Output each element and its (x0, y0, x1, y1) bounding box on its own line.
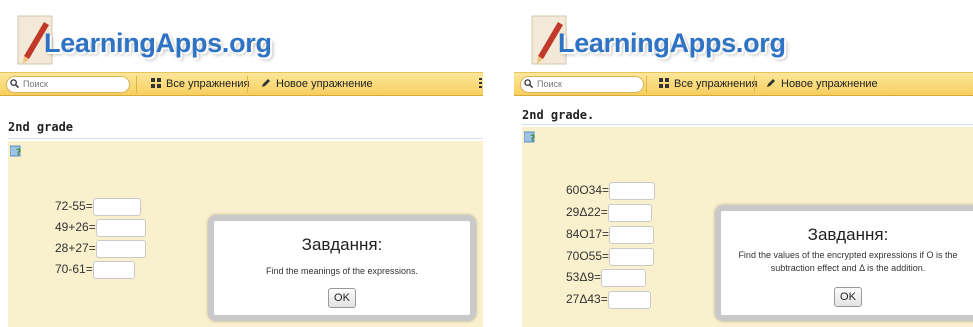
help-icon[interactable]: ? (524, 131, 536, 143)
expression-label: 70-61= (55, 262, 93, 276)
new-exercise-link[interactable]: Новое упражнение (766, 78, 878, 90)
expression-row: 49+26= (55, 218, 146, 237)
expression-row: 53Δ9= (566, 268, 647, 287)
answer-input[interactable] (609, 247, 655, 266)
task-area: ? 72-55= 49+26= 28+27= 70-61= Завдання: … (8, 141, 483, 327)
search-placeholder: Поиск (23, 79, 48, 89)
answer-input[interactable] (92, 197, 141, 216)
expression-label: 49+26= (55, 220, 96, 234)
logo-text[interactable]: LearningApps.org (558, 28, 786, 59)
expression-label: 28+27= (55, 241, 96, 255)
all-exercises-label: Все упражнения (674, 78, 758, 90)
dialog-text: Find the values of the encrypted express… (738, 250, 958, 273)
expression-label: 27Δ43= (566, 292, 608, 306)
task-dialog: Завдання: Find the values of the encrypt… (715, 205, 973, 321)
expression-label: 60O34= (566, 183, 610, 197)
dialog-title: Завдання: (301, 235, 383, 254)
expression-label: 29Δ22= (566, 205, 608, 219)
dialog-title: Завдання: (807, 225, 889, 244)
page-title: 2nd grade. (522, 108, 595, 122)
ok-button[interactable]: OK (328, 288, 356, 308)
expression-row: 27Δ43= (566, 290, 651, 309)
task-dialog: Завдання: Find the meanings of the expre… (208, 215, 476, 321)
nav-divider (136, 76, 137, 93)
answer-input[interactable] (92, 260, 135, 279)
grid-icon (151, 78, 161, 88)
expression-row: 29Δ22= (566, 203, 652, 222)
nav-divider (754, 76, 755, 93)
expression-label: 53Δ9= (566, 270, 602, 284)
help-icon[interactable]: ? (10, 145, 22, 157)
more-icon[interactable] (479, 78, 482, 88)
expression-label: 70O55= (566, 249, 610, 263)
search-placeholder: Поиск (537, 79, 562, 89)
answer-input[interactable] (95, 218, 146, 237)
nav-divider (646, 76, 647, 93)
pencil-icon (262, 79, 270, 87)
task-area: ? 60O34= 29Δ22= 84O17= 70O55= 53Δ9= 27Δ4… (522, 127, 973, 327)
title-divider (522, 124, 973, 125)
svg-text:?: ? (16, 148, 21, 157)
header: LearningApps.org (0, 0, 483, 70)
expression-row: 72-55= (55, 197, 141, 216)
expression-row: 84O17= (566, 225, 655, 244)
new-exercise-label: Новое упражнение (276, 78, 373, 90)
search-icon (10, 79, 19, 88)
all-exercises-link[interactable]: Все упражнения (151, 78, 249, 90)
left-screenshot: LearningApps.org Поиск Все упражнения Но… (0, 0, 483, 327)
expression-label: 84O17= (566, 227, 610, 241)
grid-icon (659, 78, 669, 88)
nav-divider (247, 76, 248, 93)
new-exercise-link[interactable]: Новое упражнение (261, 78, 373, 90)
dialog-text: Find the meanings of the expressions. (265, 266, 419, 276)
all-exercises-link[interactable]: Все упражнения (659, 78, 757, 90)
answer-input[interactable] (601, 268, 647, 287)
search-input[interactable]: Поиск (520, 76, 644, 93)
svg-text:?: ? (530, 134, 535, 143)
expression-row: 70-61= (55, 260, 135, 279)
page-title: 2nd grade (8, 120, 74, 134)
header: LearningApps.org (514, 0, 973, 70)
expression-label: 72-55= (55, 199, 93, 213)
answer-input[interactable] (609, 225, 655, 244)
answer-input[interactable] (607, 203, 652, 222)
title-divider (8, 138, 483, 139)
search-input[interactable]: Поиск (6, 76, 130, 93)
ok-button[interactable]: OK (834, 287, 862, 307)
answer-input[interactable] (95, 239, 146, 258)
navbar: Поиск Все упражнения Новое упражнение (514, 72, 973, 96)
search-icon (524, 79, 533, 88)
new-exercise-label: Новое упражнение (781, 78, 878, 90)
expression-row: 70O55= (566, 247, 655, 266)
right-screenshot: LearningApps.org Поиск Все упражнения Но… (514, 0, 973, 327)
answer-input[interactable] (607, 290, 651, 309)
expression-row: 28+27= (55, 239, 146, 258)
expression-row: 60O34= (566, 181, 656, 200)
pencil-icon (767, 79, 775, 87)
answer-input[interactable] (609, 181, 656, 200)
logo-text[interactable]: LearningApps.org (44, 28, 272, 59)
navbar: Поиск Все упражнения Новое упражнение (0, 72, 483, 96)
all-exercises-label: Все упражнения (166, 78, 250, 90)
